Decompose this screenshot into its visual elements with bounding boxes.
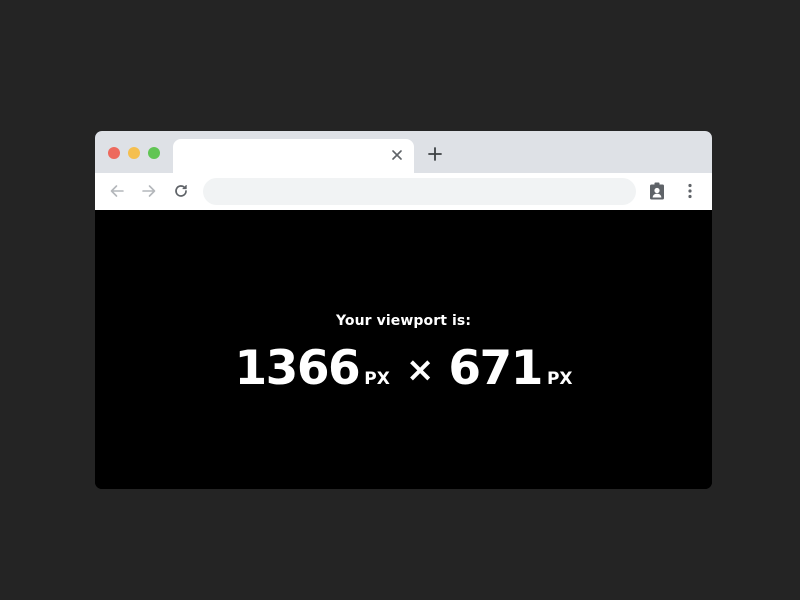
- close-icon[interactable]: [390, 148, 404, 162]
- window-minimize-button[interactable]: [128, 147, 140, 159]
- tab-strip: [95, 131, 712, 173]
- profile-badge-icon[interactable]: [648, 182, 666, 200]
- viewport-height-value: 671: [448, 341, 543, 396]
- browser-window: Your viewport is: 1366 PX × 671 PX: [95, 131, 712, 489]
- width-unit: PX: [364, 369, 390, 389]
- browser-tab[interactable]: [173, 139, 414, 173]
- viewport-width-value: 1366: [234, 341, 360, 396]
- times-separator: ×: [405, 350, 435, 390]
- arrow-right-icon[interactable]: [140, 182, 158, 200]
- kebab-menu-icon[interactable]: [681, 182, 699, 200]
- page-content: Your viewport is: 1366 PX × 671 PX: [95, 210, 712, 489]
- browser-toolbar: [95, 173, 712, 210]
- reload-icon[interactable]: [172, 182, 190, 200]
- arrow-left-icon[interactable]: [108, 182, 126, 200]
- viewport-dimensions: 1366 PX × 671 PX: [95, 341, 712, 396]
- plus-icon[interactable]: [426, 145, 444, 163]
- window-close-button[interactable]: [108, 147, 120, 159]
- address-bar[interactable]: [203, 178, 636, 205]
- window-maximize-button[interactable]: [148, 147, 160, 159]
- height-unit: PX: [546, 369, 573, 389]
- viewport-label: Your viewport is:: [335, 313, 472, 329]
